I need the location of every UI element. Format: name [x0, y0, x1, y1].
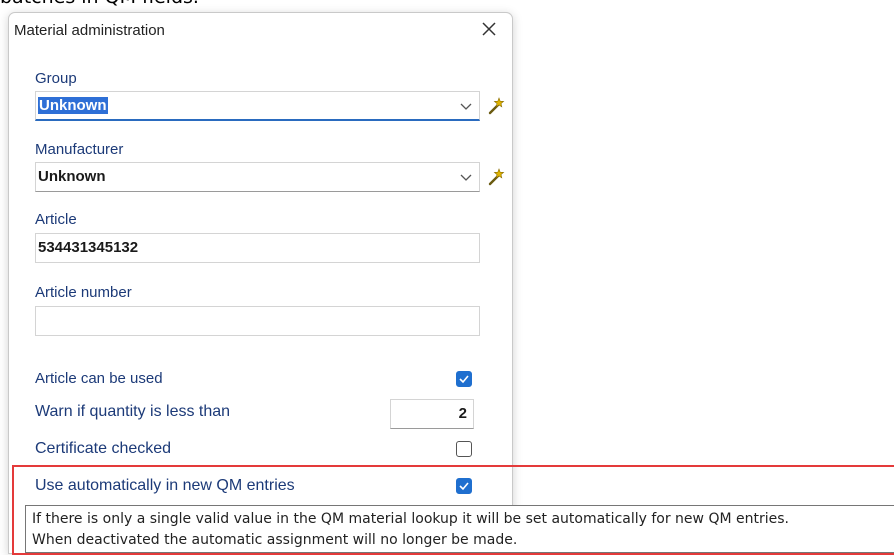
article-value: 534431345132: [38, 239, 139, 256]
magic-wand-icon[interactable]: [488, 168, 506, 186]
certificate-checked-checkbox[interactable]: [456, 441, 472, 457]
certificate-checked-label: Certificate checked: [35, 440, 172, 457]
article-number-input[interactable]: [35, 306, 480, 336]
tooltip: If there is only a single valid value in…: [25, 505, 894, 553]
use-automatically-label: Use automatically in new QM entries: [35, 477, 295, 494]
article-number-label: Article number: [35, 284, 132, 301]
checkmark-icon: [459, 375, 469, 384]
close-button[interactable]: [478, 18, 500, 40]
article-input[interactable]: 534431345132: [35, 233, 480, 263]
magic-wand-icon[interactable]: [488, 97, 506, 115]
chevron-down-icon: [460, 174, 472, 181]
manufacturer-select[interactable]: Unknown: [35, 162, 480, 192]
tooltip-line-2: When deactivated the automatic assignmen…: [32, 532, 518, 548]
group-select[interactable]: Unknown: [35, 91, 480, 121]
chevron-down-icon: [460, 103, 472, 110]
article-label: Article: [35, 211, 77, 228]
warn-quantity-value: 2: [458, 405, 467, 422]
material-administration-dialog: Material administration Group Unknown Ma…: [8, 12, 513, 554]
warn-quantity-label: Warn if quantity is less than: [35, 403, 231, 420]
background-partial-text: batches in QM fields.: [0, 0, 199, 8]
article-can-be-used-label: Article can be used: [35, 370, 163, 387]
manufacturer-value: Unknown: [38, 168, 106, 185]
article-can-be-used-checkbox[interactable]: [456, 371, 472, 387]
group-label: Group: [35, 70, 77, 87]
dialog-title: Material administration: [14, 22, 165, 39]
manufacturer-label: Manufacturer: [35, 141, 124, 158]
checkmark-icon: [459, 482, 469, 491]
tooltip-line-1: If there is only a single valid value in…: [32, 511, 789, 527]
use-automatically-checkbox[interactable]: [456, 478, 472, 494]
group-value: Unknown: [38, 97, 108, 114]
close-icon: [482, 22, 496, 36]
warn-quantity-input[interactable]: 2: [390, 399, 474, 429]
